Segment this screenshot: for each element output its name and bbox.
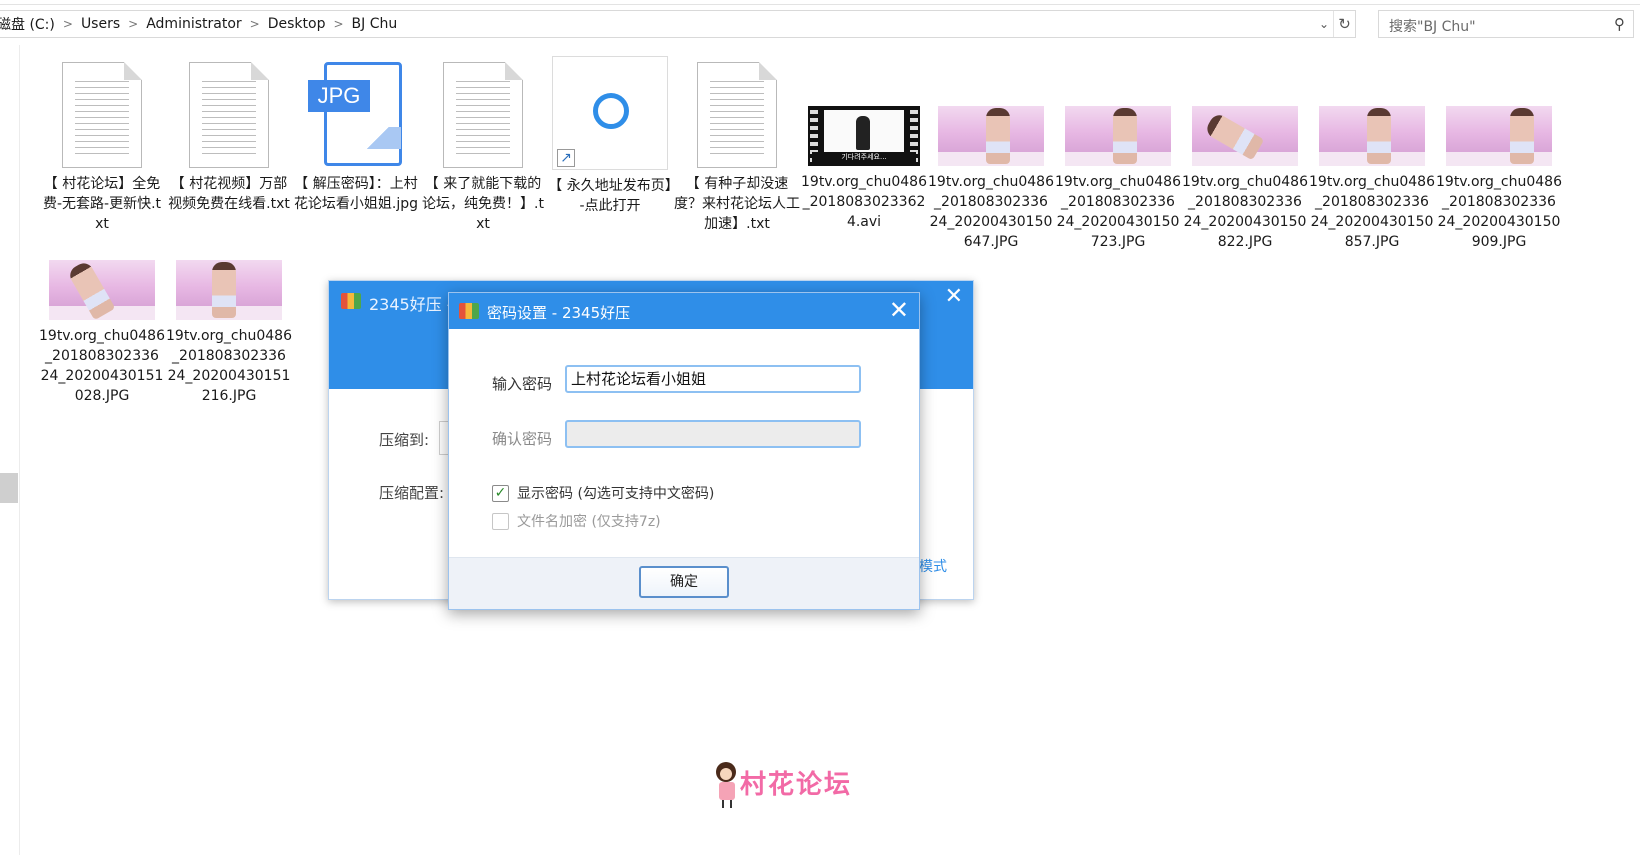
compress-config-label: 压缩配置:: [379, 484, 445, 502]
jpg-file-icon: JPG: [308, 62, 404, 168]
password-dialog-footer: 确定: [449, 557, 919, 609]
jpg-icon-label: JPG: [308, 80, 370, 112]
text-file-icon: [443, 62, 523, 168]
password-input[interactable]: 上村花论坛看小姐姐: [565, 365, 861, 393]
checkmark-icon: ✓: [494, 485, 507, 501]
file-name: 【 村花视频】万部视频免费在线看.txt: [168, 176, 290, 212]
compress-window-title: 2345好压 -: [369, 295, 453, 314]
breadcrumb-administrator[interactable]: Administrator: [140, 16, 247, 32]
file-item[interactable]: 기다려주세요... 19tv.org_chu0486_2018083023362…: [801, 62, 927, 232]
close-icon[interactable]: ✕: [889, 296, 909, 324]
text-file-icon: [62, 62, 142, 168]
chevron-down-icon[interactable]: ⌄: [1315, 17, 1333, 31]
video-thumbnail: 기다려주세요...: [808, 106, 920, 166]
app-logo-icon: [459, 303, 479, 319]
file-item[interactable]: 19tv.org_chu0486_201808302336 24_2020043…: [1309, 62, 1435, 252]
image-thumbnail: [1192, 106, 1298, 166]
file-item[interactable]: 19tv.org_chu0486_201808302336 24_2020043…: [1182, 62, 1308, 252]
password-dialog-title: 密码设置 - 2345好压: [487, 304, 631, 322]
breadcrumb-drive[interactable]: 磁盘 (C:): [0, 14, 61, 34]
confirm-password-label: 确认密码: [492, 430, 553, 448]
file-item[interactable]: 【 来了就能下载的论坛，纯免费！】.txt: [420, 62, 546, 234]
breadcrumb: 磁盘 (C:) > Users > Administrator > Deskto…: [0, 11, 403, 37]
search-input[interactable]: 搜索"BJ Chu" ⚲: [1378, 10, 1634, 38]
text-file-icon: [189, 62, 269, 168]
image-thumbnail: [938, 106, 1044, 166]
show-password-checkbox[interactable]: ✓: [492, 485, 509, 502]
file-item[interactable]: 【 村花视频】万部视频免费在线看.txt: [166, 62, 292, 214]
breadcrumb-desktop[interactable]: Desktop: [262, 16, 332, 32]
file-name: 【 解压密码】：上村花论坛看小姐姐.jpg: [293, 176, 419, 212]
file-name: 19tv.org_chu0486_201808302336 24_2020043…: [1309, 174, 1435, 250]
encrypt-filenames-checkbox[interactable]: [492, 513, 509, 530]
file-item[interactable]: JPG 【 解压密码】：上村花论坛看小姐姐.jpg: [293, 62, 419, 214]
password-dialog: 密码设置 - 2345好压 ✕ 输入密码 上村花论坛看小姐姐 确认密码 ✓ 显示…: [448, 292, 920, 610]
file-name: 19tv.org_chu0486_201808302336 24_2020043…: [1436, 174, 1562, 250]
file-name: 19tv.org_chu0486_201808302336 24_2020043…: [928, 174, 1054, 250]
search-placeholder: 搜索"BJ Chu": [1389, 19, 1476, 35]
encrypt-filenames-label: 文件名加密 (仅支持7z): [517, 514, 661, 530]
file-name: 19tv.org_chu0486_20180830233624.avi: [801, 174, 927, 230]
chevron-right-icon[interactable]: >: [61, 17, 75, 31]
file-name: 【 永久地址发布页】-点此打开: [548, 178, 672, 214]
image-thumbnail: [176, 260, 282, 320]
file-name: 19tv.org_chu0486_201808302336 24_2020043…: [166, 328, 292, 404]
chevron-right-icon[interactable]: >: [248, 17, 262, 31]
file-item[interactable]: 【 有种子却没速度？来村花论坛人工加速】.txt: [674, 62, 800, 234]
file-item[interactable]: 19tv.org_chu0486_201808302336 24_2020043…: [928, 62, 1054, 252]
browser-shortcut-icon: ↗: [552, 56, 668, 170]
address-controls: ⌄ ↻: [1315, 11, 1355, 37]
file-name: 19tv.org_chu0486_201808302336 24_2020043…: [1182, 174, 1308, 250]
file-item[interactable]: 19tv.org_chu0486_201808302336 24_2020043…: [166, 216, 292, 406]
image-thumbnail: [1065, 106, 1171, 166]
girl-mascot-icon: [712, 760, 740, 808]
file-item[interactable]: 19tv.org_chu0486_201808302336 24_2020043…: [1055, 62, 1181, 252]
image-thumbnail: [49, 260, 155, 320]
app-logo-icon: [341, 293, 361, 309]
password-label: 输入密码: [492, 375, 553, 393]
show-password-label: 显示密码 (勾选可支持中文密码): [517, 486, 715, 502]
window-top-edge: [0, 0, 1640, 5]
navigation-pane: [0, 45, 20, 855]
file-name: 【 来了就能下载的论坛，纯免费！】.txt: [422, 176, 544, 232]
file-name: 19tv.org_chu0486_201808302336 24_2020043…: [1055, 174, 1181, 250]
shortcut-arrow-icon: ↗: [557, 149, 575, 167]
compress-to-label: 压缩到:: [379, 431, 430, 449]
address-bar[interactable]: 磁盘 (C:) > Users > Administrator > Deskto…: [0, 10, 1356, 38]
file-item[interactable]: 19tv.org_chu0486_201808302336 24_2020043…: [39, 216, 165, 406]
watermark: 村花论坛: [712, 760, 872, 810]
file-name: 19tv.org_chu0486_201808302336 24_2020043…: [39, 328, 165, 404]
chevron-right-icon[interactable]: >: [126, 17, 140, 31]
confirm-password-input[interactable]: [565, 420, 861, 448]
file-item[interactable]: 19tv.org_chu0486_201808302336 24_2020043…: [1436, 62, 1562, 252]
file-name: 【 有种子却没速度？来村花论坛人工加速】.txt: [674, 176, 800, 232]
breadcrumb-current-folder[interactable]: BJ Chu: [346, 16, 404, 32]
chevron-right-icon[interactable]: >: [331, 17, 345, 31]
image-thumbnail: [1319, 106, 1425, 166]
mode-link[interactable]: 模式: [919, 556, 947, 576]
text-file-icon: [697, 62, 777, 168]
breadcrumb-users[interactable]: Users: [75, 16, 126, 32]
refresh-icon[interactable]: ↻: [1333, 11, 1355, 37]
navigation-pane-selection[interactable]: [0, 473, 18, 503]
image-thumbnail: [1446, 106, 1552, 166]
close-icon[interactable]: ✕: [945, 284, 963, 309]
file-item[interactable]: 【 村花论坛】全免费-无套路-更新快.txt: [39, 62, 165, 234]
ok-button[interactable]: 确定: [639, 566, 729, 598]
watermark-text: 村花论坛: [740, 770, 853, 800]
video-caption: 기다려주세요...: [812, 152, 916, 162]
file-item[interactable]: ↗ 【 永久地址发布页】-点此打开: [547, 56, 673, 216]
search-icon[interactable]: ⚲: [1614, 15, 1625, 33]
